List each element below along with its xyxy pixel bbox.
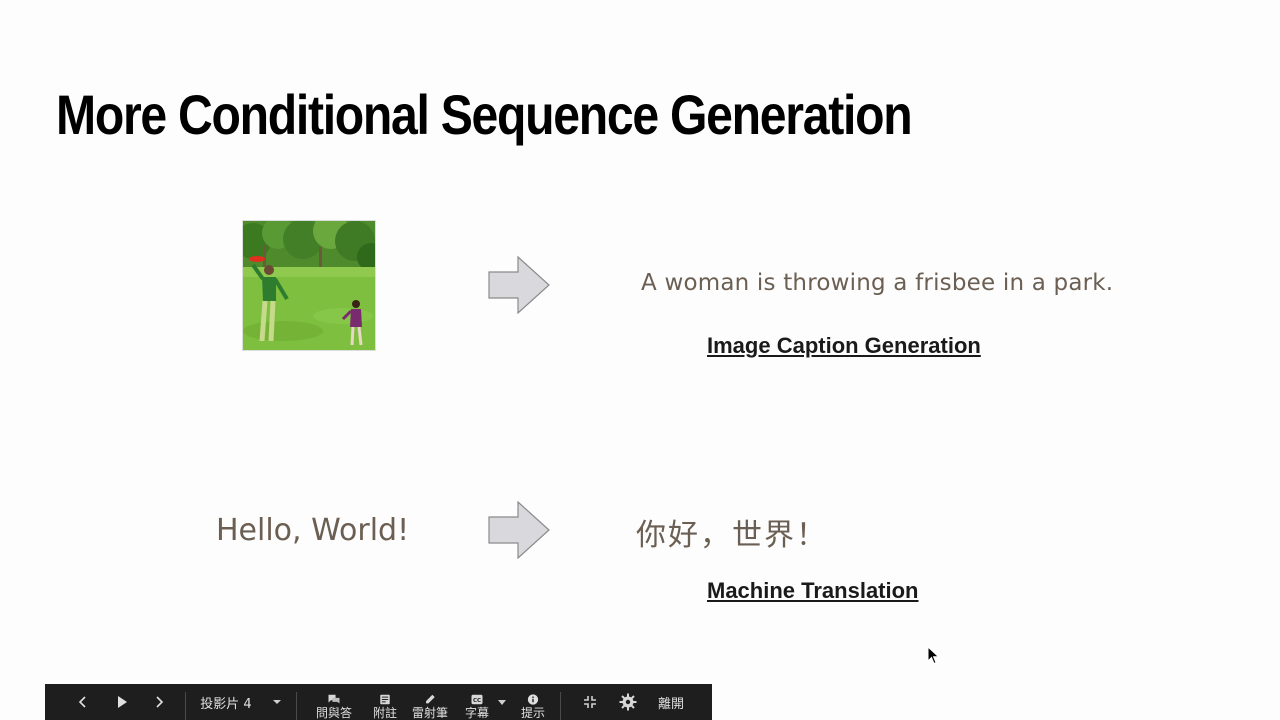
notes-label: 附註	[372, 706, 397, 720]
notes-icon	[380, 694, 390, 705]
translation-input-text: Hello, World!	[216, 513, 410, 548]
next-slide-button[interactable]	[147, 684, 171, 720]
chevron-right-icon	[156, 696, 164, 708]
qa-button[interactable]: 問與答	[309, 684, 359, 720]
toolbar-divider	[185, 692, 186, 720]
settings-button[interactable]	[615, 684, 641, 720]
slide-canvas: More Conditional Sequence Generation A w…	[0, 0, 1280, 720]
slide-selector-label: 投影片 4	[200, 696, 252, 712]
right-arrow-icon	[488, 501, 550, 559]
chevron-left-icon	[78, 696, 86, 708]
captions-label: 字幕	[464, 706, 489, 720]
info-button[interactable]: 提示	[513, 684, 553, 720]
exit-fullscreen-icon	[584, 696, 596, 708]
info-label: 提示	[520, 706, 545, 720]
translation-output-text: 你好，世界！	[636, 518, 828, 553]
caret-down-icon	[272, 700, 281, 704]
captions-button[interactable]: CC 字幕	[457, 684, 497, 720]
captions-options-dropdown[interactable]	[495, 684, 509, 720]
slide-selector-dropdown[interactable]: 投影片 4	[195, 684, 287, 720]
laser-pointer-label: 雷射筆	[411, 706, 448, 720]
mouse-cursor-icon	[927, 646, 940, 665]
presenter-toolbar: 投影片 4 問與答 附註 雷射筆 CC 字幕 提示 離開	[45, 684, 712, 720]
exit-presentation-label: 離開	[657, 696, 684, 712]
qa-label: 問與答	[315, 706, 352, 720]
toolbar-divider	[560, 692, 561, 720]
caption-output-text: A woman is throwing a frisbee in a park.	[641, 270, 1114, 296]
svg-text:CC: CC	[473, 698, 481, 704]
laser-pointer-icon	[426, 694, 435, 704]
exit-fullscreen-button[interactable]	[577, 684, 603, 720]
exit-presentation-button[interactable]: 離開	[651, 684, 691, 720]
closed-captions-icon: CC	[471, 694, 483, 705]
image-caption-generation-label: Image Caption Generation	[707, 333, 981, 358]
notes-button[interactable]: 附註	[365, 684, 405, 720]
machine-translation-label: Machine Translation	[707, 578, 919, 603]
toolbar-divider	[296, 692, 297, 720]
gear-icon	[619, 693, 637, 711]
info-icon	[527, 694, 539, 705]
play-button[interactable]	[109, 684, 135, 720]
caret-down-icon	[498, 699, 506, 705]
previous-slide-button[interactable]	[71, 684, 95, 720]
right-arrow-icon	[488, 256, 550, 314]
frisbee-photo	[242, 220, 376, 351]
play-icon	[118, 696, 127, 708]
chat-bubbles-icon	[328, 694, 340, 704]
slide-title: More Conditional Sequence Generation	[56, 83, 913, 146]
laser-pointer-button[interactable]: 雷射筆	[407, 684, 453, 720]
